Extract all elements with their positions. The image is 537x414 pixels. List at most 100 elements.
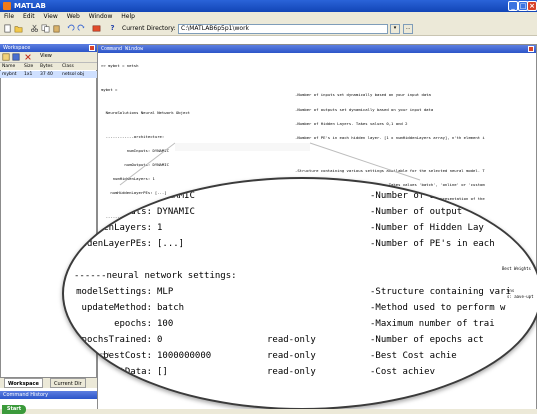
- magnified-side-note: s: aave-upt: [507, 294, 534, 299]
- menu-bar: File Edit View Web Window Help: [0, 12, 537, 22]
- tab-workspace[interactable]: Workspace: [4, 378, 43, 388]
- close-button[interactable]: ×: [527, 1, 537, 11]
- magnified-label: numHiddenLayers:: [65, 223, 152, 233]
- magnified-label: numOutputs:: [92, 207, 152, 217]
- magnified-value: DYNAMIC: [157, 207, 195, 217]
- output-line: mybnt =: [101, 86, 118, 92]
- directory-dropdown-button[interactable]: ▾: [390, 24, 400, 34]
- magnified-comment: -Number of Hidden Lay: [370, 223, 484, 233]
- magnified-value: [...]: [157, 239, 185, 249]
- magnified-readonly: read-only: [267, 351, 316, 361]
- magnified-value: 0: [157, 335, 163, 345]
- menu-window[interactable]: Window: [89, 13, 113, 20]
- copy-icon[interactable]: [41, 24, 50, 33]
- magnified-comment: -Structure containing vari: [370, 287, 511, 297]
- open-folder-icon[interactable]: [14, 24, 23, 33]
- comment-line: -Number of inputs set dynamically based …: [295, 92, 431, 98]
- new-file-icon[interactable]: [3, 24, 12, 33]
- magnified-value: batch: [157, 303, 185, 313]
- magnified-value: 1: [157, 223, 163, 233]
- magnified-side-note: ons: [507, 288, 515, 293]
- variable-size: 1x1: [24, 72, 33, 77]
- workspace-table-header: Name Size Bytes Class: [0, 63, 97, 70]
- menu-help[interactable]: Help: [121, 13, 135, 20]
- magnified-label: updateMethod:: [81, 303, 152, 313]
- toolbar: ? Current Directory: C:\MATLAB6p5p1\work…: [0, 22, 537, 36]
- cut-icon[interactable]: [30, 24, 39, 33]
- menu-web[interactable]: Web: [67, 13, 80, 20]
- magnified-label: modelSettings:: [76, 287, 152, 297]
- magnified-label: costData:: [103, 367, 152, 377]
- magnified-comment: -Method used to perform w: [370, 303, 506, 313]
- command-window-close-icon[interactable]: [528, 46, 534, 52]
- command-window-header: Command Window: [98, 45, 536, 53]
- comment-line: -Structure containing various settings a…: [295, 167, 485, 173]
- menu-file[interactable]: File: [4, 13, 14, 20]
- menu-edit[interactable]: Edit: [23, 13, 35, 20]
- magnified-comment: -Cost achiev: [370, 367, 436, 377]
- comment-line: -Number of outputs set dynamically based…: [295, 106, 434, 112]
- magnified-comment: -Number of PE's in each: [370, 239, 495, 249]
- magnified-label: epochsTrained:: [76, 335, 152, 345]
- workspace-toolbar: View: [0, 52, 97, 63]
- column-size[interactable]: Size: [24, 63, 33, 70]
- simulink-icon[interactable]: [92, 24, 101, 33]
- magnified-value: 1000000000: [157, 351, 212, 361]
- magnified-value: DYNAMIC: [157, 191, 195, 201]
- magnified-section-title: ------neural network settings:: [74, 271, 237, 281]
- status-bar: [0, 409, 537, 414]
- workspace-header: Workspace: [0, 44, 97, 52]
- magnified-side-note: Best Weights: [502, 266, 531, 271]
- output-line: NeuroSolutions Neural Network Object: [101, 110, 191, 116]
- output-line: numInputs: DYNAMIC: [101, 148, 169, 154]
- view-menu-button[interactable]: View: [40, 53, 52, 59]
- delete-icon[interactable]: [24, 53, 32, 61]
- column-bytes[interactable]: Bytes: [40, 63, 53, 70]
- magnified-comment: -Number of epochs act: [370, 335, 484, 345]
- magnified-value: []: [157, 367, 168, 377]
- table-row[interactable]: mybnt 1x1 37 40 netsol obj: [0, 71, 97, 78]
- matlab-logo-icon: [3, 2, 11, 10]
- browse-directory-button[interactable]: ...: [403, 24, 413, 34]
- comment-line: -Number of PE's in each hidden layer. [1…: [295, 134, 485, 140]
- command-window-title: Command Window: [101, 46, 144, 52]
- variable-class: netsol obj: [62, 72, 85, 77]
- magnified-value: MLP: [157, 287, 174, 297]
- variable-name: mybnt: [2, 72, 17, 77]
- output-line: >> mybnt = netsh: [101, 63, 139, 69]
- magnified-label: numHiddenLayerPEs:: [62, 239, 152, 249]
- title-bar: MATLAB _ □ ×: [0, 0, 537, 12]
- magnifier-lens: numInputs: DYNAMIC -Number of i numOutpu…: [62, 177, 537, 410]
- command-history-title: Command History: [3, 392, 49, 398]
- variable-bytes: 37 40: [40, 72, 53, 77]
- magnified-comment: -Best Cost achie: [370, 351, 457, 361]
- open-variable-icon[interactable]: [2, 53, 10, 61]
- output-line: ------------architecture:: [101, 133, 165, 139]
- workspace-title: Workspace: [3, 45, 31, 51]
- magnified-value: 100: [157, 319, 174, 329]
- magnified-comment: -Number of output: [370, 207, 463, 217]
- magnified-readonly: read-only: [267, 335, 316, 345]
- column-class[interactable]: Class: [62, 63, 74, 70]
- help-button[interactable]: ?: [108, 24, 117, 33]
- current-directory-input[interactable]: C:\MATLAB6p5p1\work: [178, 24, 388, 34]
- magnified-comment: -Number of i: [370, 191, 436, 201]
- magnified-readonly: read-only: [267, 367, 316, 377]
- workspace-close-icon[interactable]: [89, 45, 95, 51]
- undo-icon[interactable]: [66, 24, 75, 33]
- magnified-comment: -Maximum number of trai: [370, 319, 495, 329]
- window-title: MATLAB: [14, 2, 46, 10]
- column-name[interactable]: Name: [2, 63, 15, 70]
- magnified-label: epochs:: [114, 319, 152, 329]
- save-icon[interactable]: [12, 53, 20, 61]
- minimize-button[interactable]: _: [508, 1, 518, 11]
- output-line: numOutputs: DYNAMIC: [101, 162, 169, 168]
- redo-icon[interactable]: [77, 24, 86, 33]
- command-prompt[interactable]: >> |: [100, 351, 109, 356]
- magnified-label: numInputs:: [97, 191, 152, 201]
- current-directory-label: Current Directory:: [122, 25, 176, 32]
- paste-icon[interactable]: [52, 24, 61, 33]
- start-button[interactable]: Start: [2, 405, 26, 414]
- menu-view[interactable]: View: [44, 13, 58, 20]
- magnified-label: bestCost:: [103, 351, 152, 361]
